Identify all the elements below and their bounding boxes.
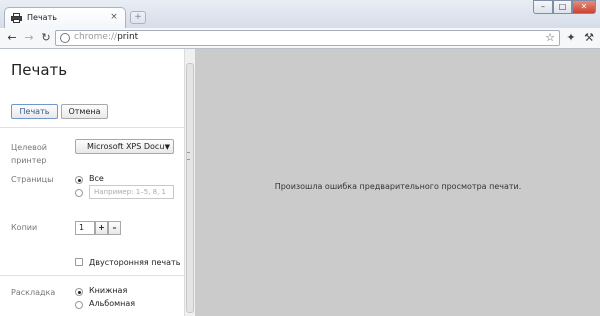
cancel-button[interactable]: Отмена — [61, 104, 108, 119]
tab-print[interactable]: Печать × — [4, 7, 126, 29]
divider — [0, 127, 184, 128]
minimize-button[interactable]: – — [533, 0, 553, 14]
copies-increment-button[interactable]: + — [95, 221, 108, 235]
address-bar[interactable]: chrome://print ☆ — [55, 30, 560, 46]
divider — [0, 275, 184, 276]
print-button[interactable]: Печать — [11, 104, 58, 119]
layout-portrait-radio[interactable] — [75, 288, 83, 296]
copies-label: Копии — [11, 223, 38, 232]
chevron-down-icon: ▼ — [164, 143, 170, 151]
url-text: chrome://print — [74, 32, 139, 42]
page-icon — [60, 33, 70, 43]
close-icon[interactable]: × — [109, 12, 119, 22]
printer-label: Целевой принтер — [11, 143, 47, 165]
back-icon[interactable]: ← — [4, 31, 20, 45]
close-window-button[interactable]: ✕ — [572, 0, 596, 14]
printer-icon — [11, 13, 22, 23]
scrollbar-thumb[interactable] — [186, 63, 194, 313]
maximize-button[interactable]: □ — [553, 0, 572, 14]
printer-select[interactable]: Microsoft XPS Docu ▼ — [75, 139, 174, 154]
print-settings-sidebar: Печать Печать Отмена Целевой принтер Micr… — [0, 49, 184, 316]
duplex-checkbox[interactable] — [75, 258, 83, 266]
new-tab-button[interactable]: + — [130, 11, 146, 24]
pages-label: Страницы — [11, 175, 54, 184]
layout-landscape-radio[interactable] — [75, 301, 83, 309]
wrench-icon[interactable]: ⚒ — [582, 31, 596, 45]
browser-toolbar: ← → ↻ chrome://print ☆ ✦ ⚒ — [0, 28, 600, 49]
resize-grip-icon[interactable] — [187, 152, 190, 160]
forward-icon[interactable]: → — [21, 31, 37, 45]
layout-landscape-label: Альбомная — [89, 299, 136, 308]
pages-all-label: Все — [89, 174, 104, 183]
layout-label: Раскладка — [11, 288, 56, 297]
reload-icon[interactable]: ↻ — [38, 31, 54, 45]
copies-input[interactable]: 1 — [75, 221, 95, 235]
star-icon[interactable]: ☆ — [545, 31, 555, 44]
pages-range-radio[interactable] — [75, 189, 83, 197]
sidebar-scrollbar[interactable] — [184, 49, 195, 316]
extension-icon[interactable]: ✦ — [564, 31, 578, 45]
duplex-label: Двусторонняя печать — [89, 258, 181, 267]
preview-error-message: Произошла ошибка предварительного просмо… — [274, 182, 522, 191]
title-bar: Печать × + – □ ✕ — [0, 0, 600, 29]
tab-title: Печать — [27, 13, 57, 22]
pages-all-radio[interactable] — [75, 176, 83, 184]
copies-decrement-button[interactable]: – — [108, 221, 121, 235]
pages-range-input[interactable]: Например: 1–5, 8, 1 — [89, 185, 174, 199]
layout-portrait-label: Книжная — [89, 286, 128, 295]
page-title: Печать — [11, 61, 68, 79]
